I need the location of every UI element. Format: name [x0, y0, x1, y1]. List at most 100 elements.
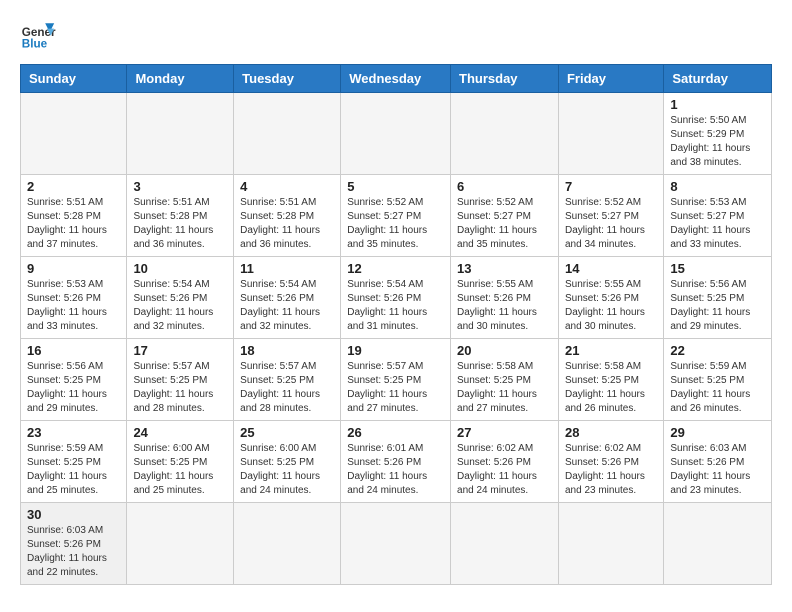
day-info: Sunrise: 5:55 AMSunset: 5:26 PMDaylight:… [457, 278, 552, 334]
day-info: Sunrise: 5:52 AMSunset: 5:27 PMDaylight:… [565, 196, 657, 252]
day-info: Sunrise: 6:02 AMSunset: 5:26 PMDaylight:… [457, 442, 552, 498]
calendar-cell: 3Sunrise: 5:51 AMSunset: 5:28 PMDaylight… [127, 175, 234, 257]
calendar-cell: 21 Sunrise: 5:58 AMSunset: 5:25 PMDayligh… [558, 339, 663, 421]
calendar-cell: 5 Sunrise: 5:52 AMSunset: 5:27 PMDaylight… [341, 175, 451, 257]
weekday-header-sunday: Sunday [21, 65, 127, 93]
calendar-cell [451, 93, 559, 175]
day-info: Sunrise: 5:56 AMSunset: 5:25 PMDaylight:… [670, 278, 765, 334]
weekday-header-saturday: Saturday [664, 65, 772, 93]
calendar-cell: 17 Sunrise: 5:57 AMSunset: 5:25 PMDayligh… [127, 339, 234, 421]
day-number: 7 [565, 179, 657, 194]
day-number: 6 [457, 179, 552, 194]
day-info: Sunrise: 5:58 AMSunset: 5:25 PMDaylight:… [565, 360, 657, 416]
day-number: 30 [27, 507, 120, 522]
week-row-5: 23Sunrise: 5:59 AMSunset: 5:25 PMDayligh… [21, 421, 772, 503]
week-row-2: 2 Sunrise: 5:51 AMSunset: 5:28 PMDaylight… [21, 175, 772, 257]
calendar-cell: 29 Sunrise: 6:03 AMSunset: 5:26 PMDayligh… [664, 421, 772, 503]
day-info: Sunrise: 5:59 AMSunset: 5:25 PMDaylight:… [670, 360, 765, 416]
calendar-cell: 9 Sunrise: 5:53 AMSunset: 5:26 PMDaylight… [21, 257, 127, 339]
day-info: Sunrise: 6:02 AMSunset: 5:26 PMDaylight:… [565, 442, 657, 498]
calendar-cell: 14 Sunrise: 5:55 AMSunset: 5:26 PMDayligh… [558, 257, 663, 339]
page-header: General Blue [20, 16, 772, 52]
calendar: SundayMondayTuesdayWednesdayThursdayFrid… [20, 64, 772, 585]
day-info: Sunrise: 5:52 AMSunset: 5:27 PMDaylight:… [457, 196, 552, 252]
day-number: 16 [27, 343, 120, 358]
day-number: 10 [133, 261, 227, 276]
day-info: Sunrise: 5:57 AMSunset: 5:25 PMDaylight:… [133, 360, 227, 416]
day-number: 12 [347, 261, 444, 276]
day-info: Sunrise: 5:54 AMSunset: 5:26 PMDaylight:… [240, 278, 334, 334]
day-info: Sunrise: 5:52 AMSunset: 5:27 PMDaylight:… [347, 196, 444, 252]
day-number: 4 [240, 179, 334, 194]
day-number: 2 [27, 179, 120, 194]
day-number: 15 [670, 261, 765, 276]
day-info: Sunrise: 5:50 AMSunset: 5:29 PMDaylight:… [670, 114, 765, 170]
week-row-3: 9 Sunrise: 5:53 AMSunset: 5:26 PMDaylight… [21, 257, 772, 339]
weekday-header-wednesday: Wednesday [341, 65, 451, 93]
day-info: Sunrise: 6:03 AMSunset: 5:26 PMDaylight:… [670, 442, 765, 498]
day-info: Sunrise: 5:53 AMSunset: 5:27 PMDaylight:… [670, 196, 765, 252]
calendar-cell [451, 503, 559, 585]
weekday-header-row: SundayMondayTuesdayWednesdayThursdayFrid… [21, 65, 772, 93]
weekday-header-friday: Friday [558, 65, 663, 93]
day-info: Sunrise: 5:55 AMSunset: 5:26 PMDaylight:… [565, 278, 657, 334]
week-row-1: 1 Sunrise: 5:50 AMSunset: 5:29 PMDaylight… [21, 93, 772, 175]
calendar-cell: 23Sunrise: 5:59 AMSunset: 5:25 PMDayligh… [21, 421, 127, 503]
calendar-cell: 22 Sunrise: 5:59 AMSunset: 5:25 PMDayligh… [664, 339, 772, 421]
day-info: Sunrise: 5:51 AMSunset: 5:28 PMDaylight:… [240, 196, 334, 252]
calendar-cell: 15 Sunrise: 5:56 AMSunset: 5:25 PMDayligh… [664, 257, 772, 339]
calendar-cell: 8 Sunrise: 5:53 AMSunset: 5:27 PMDaylight… [664, 175, 772, 257]
day-number: 29 [670, 425, 765, 440]
calendar-cell: 12Sunrise: 5:54 AMSunset: 5:26 PMDayligh… [341, 257, 451, 339]
day-number: 19 [347, 343, 444, 358]
day-info: Sunrise: 5:53 AMSunset: 5:26 PMDaylight:… [27, 278, 120, 334]
day-number: 17 [133, 343, 227, 358]
calendar-cell [558, 93, 663, 175]
day-info: Sunrise: 5:51 AMSunset: 5:28 PMDaylight:… [133, 196, 227, 252]
calendar-cell [664, 503, 772, 585]
calendar-cell [234, 93, 341, 175]
calendar-cell: 2 Sunrise: 5:51 AMSunset: 5:28 PMDaylight… [21, 175, 127, 257]
weekday-header-tuesday: Tuesday [234, 65, 341, 93]
logo: General Blue [20, 16, 56, 52]
calendar-cell [558, 503, 663, 585]
day-info: Sunrise: 6:00 AMSunset: 5:25 PMDaylight:… [240, 442, 334, 498]
day-info: Sunrise: 5:58 AMSunset: 5:25 PMDaylight:… [457, 360, 552, 416]
day-number: 8 [670, 179, 765, 194]
calendar-cell [341, 93, 451, 175]
day-number: 22 [670, 343, 765, 358]
day-number: 21 [565, 343, 657, 358]
calendar-cell: 25Sunrise: 6:00 AMSunset: 5:25 PMDayligh… [234, 421, 341, 503]
day-number: 11 [240, 261, 334, 276]
day-info: Sunrise: 5:51 AMSunset: 5:28 PMDaylight:… [27, 196, 120, 252]
calendar-cell [127, 503, 234, 585]
calendar-cell [234, 503, 341, 585]
calendar-cell: 18Sunrise: 5:57 AMSunset: 5:25 PMDayligh… [234, 339, 341, 421]
logo-icon: General Blue [20, 16, 56, 52]
day-number: 1 [670, 97, 765, 112]
day-number: 24 [133, 425, 227, 440]
day-info: Sunrise: 5:57 AMSunset: 5:25 PMDaylight:… [347, 360, 444, 416]
calendar-cell: 24Sunrise: 6:00 AMSunset: 5:25 PMDayligh… [127, 421, 234, 503]
day-number: 28 [565, 425, 657, 440]
day-info: Sunrise: 5:59 AMSunset: 5:25 PMDaylight:… [27, 442, 120, 498]
day-number: 20 [457, 343, 552, 358]
calendar-cell: 16 Sunrise: 5:56 AMSunset: 5:25 PMDayligh… [21, 339, 127, 421]
calendar-cell: 13Sunrise: 5:55 AMSunset: 5:26 PMDayligh… [451, 257, 559, 339]
calendar-cell: 30Sunrise: 6:03 AMSunset: 5:26 PMDayligh… [21, 503, 127, 585]
calendar-cell: 10Sunrise: 5:54 AMSunset: 5:26 PMDayligh… [127, 257, 234, 339]
calendar-cell: 20 Sunrise: 5:58 AMSunset: 5:25 PMDayligh… [451, 339, 559, 421]
calendar-cell [21, 93, 127, 175]
calendar-cell [341, 503, 451, 585]
day-number: 9 [27, 261, 120, 276]
day-info: Sunrise: 5:56 AMSunset: 5:25 PMDaylight:… [27, 360, 120, 416]
day-info: Sunrise: 6:01 AMSunset: 5:26 PMDaylight:… [347, 442, 444, 498]
calendar-cell: 19 Sunrise: 5:57 AMSunset: 5:25 PMDayligh… [341, 339, 451, 421]
calendar-cell: 26Sunrise: 6:01 AMSunset: 5:26 PMDayligh… [341, 421, 451, 503]
day-number: 27 [457, 425, 552, 440]
day-number: 14 [565, 261, 657, 276]
calendar-cell: 4 Sunrise: 5:51 AMSunset: 5:28 PMDaylight… [234, 175, 341, 257]
calendar-cell: 7 Sunrise: 5:52 AMSunset: 5:27 PMDaylight… [558, 175, 663, 257]
day-number: 5 [347, 179, 444, 194]
calendar-cell: 11 Sunrise: 5:54 AMSunset: 5:26 PMDayligh… [234, 257, 341, 339]
